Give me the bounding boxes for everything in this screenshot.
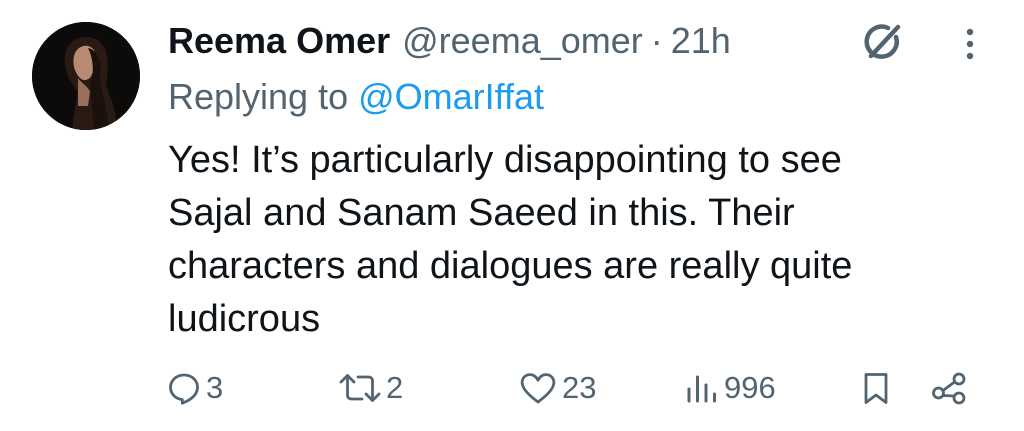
reply-button[interactable]: 3 [166,360,223,416]
author-display-name[interactable]: Reema Omer [168,20,390,62]
repost-button[interactable]: 2 [338,360,403,416]
like-button[interactable]: 23 [518,360,596,416]
replying-to-line: Replying to @OmarIffat [168,74,544,120]
reply-icon [169,373,199,405]
like-count: 23 [562,370,597,405]
tweet-action-bar: 3 2 23 996 [0,360,1024,416]
reply-count: 3 [206,370,224,405]
tweet-text-line: ludicrous [168,298,321,340]
author-handle[interactable]: @reema_omer [402,20,643,62]
share-button[interactable] [930,360,970,416]
views-count: 996 [724,370,776,405]
like-icon [520,373,556,404]
bookmark-button[interactable] [858,360,894,416]
avatar[interactable] [32,22,140,130]
repost-count: 2 [386,370,404,405]
tweet-text-line: Yes! It’s particularly disappointing to … [168,139,842,181]
more-vertical-icon[interactable] [958,22,982,66]
repost-icon [339,374,381,402]
bookmark-icon [864,373,888,404]
tweet-timestamp[interactable]: 21h [671,20,731,62]
share-icon [932,372,966,405]
tweet-text-line: Sajal and Sanam Saeed in this. Their [168,192,795,234]
tweet-text-line: characters and dialogues are really quit… [168,245,853,287]
grok-icon[interactable] [858,20,908,64]
tweet-text: Yes! It’s particularly disappointing to … [168,134,988,346]
replying-to-label: Replying to [168,76,349,117]
views-button[interactable]: 996 [684,360,776,416]
views-icon [687,375,716,403]
avatar-image [32,22,140,130]
tweet-header: Reema Omer @reema_omer · 21h [168,18,731,64]
replying-to-mention[interactable]: @OmarIffat [358,76,544,118]
separator-dot: · [650,20,663,61]
